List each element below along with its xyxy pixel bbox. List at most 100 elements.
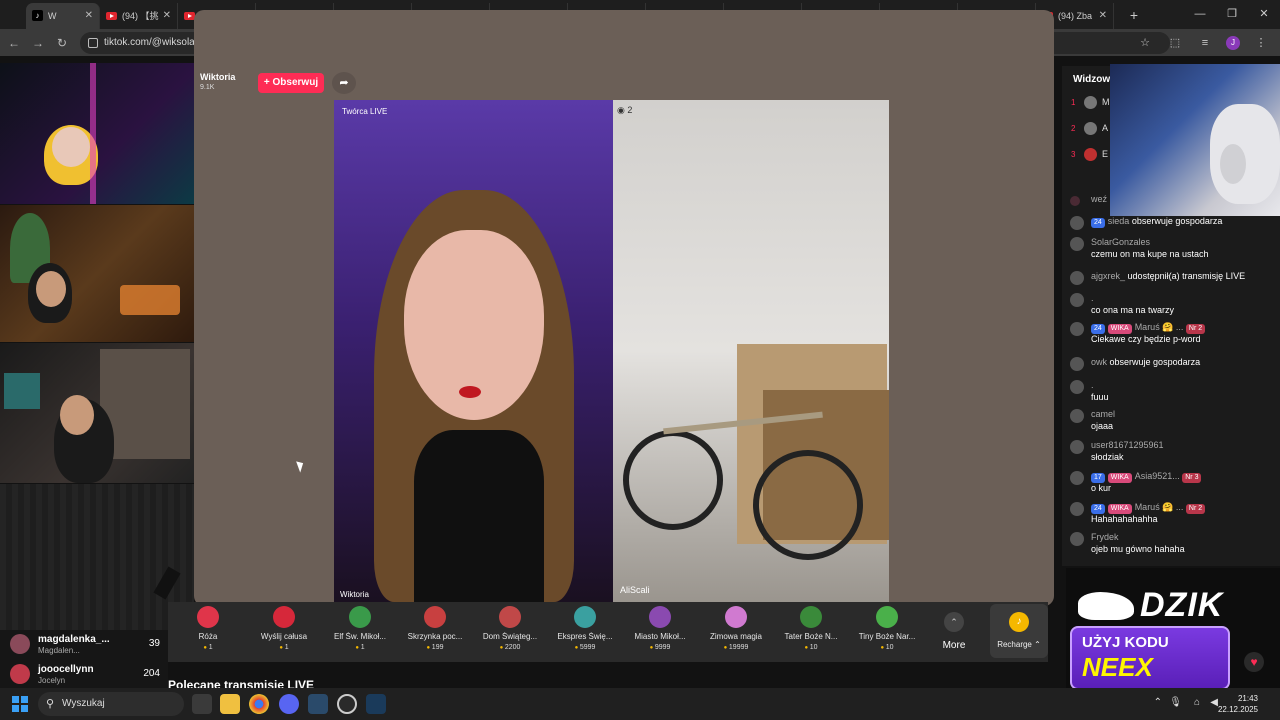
avatar[interactable] bbox=[1070, 216, 1084, 230]
avatar[interactable] bbox=[1070, 409, 1084, 423]
gift-item[interactable]: Róża 1 bbox=[173, 606, 243, 651]
back-icon[interactable]: ← bbox=[2, 36, 26, 50]
bookmark-star-icon[interactable]: ☆ bbox=[1130, 36, 1160, 49]
recharge-button[interactable]: ♪ Recharge ⌃ bbox=[990, 604, 1048, 658]
date: 22.12.2025 bbox=[1217, 705, 1258, 714]
left-guest-name[interactable]: Wiktoria bbox=[340, 590, 369, 599]
task-view-icon[interactable] bbox=[192, 694, 212, 714]
rank-name: M bbox=[1102, 97, 1110, 107]
browser-tab[interactable]: ♪ W ✕ bbox=[26, 2, 100, 29]
new-tab-button[interactable]: + bbox=[1122, 7, 1146, 23]
toolbar-actions: ☆ ⬚ ≡ J ⋮ bbox=[1130, 29, 1276, 56]
avatar[interactable] bbox=[1070, 380, 1084, 394]
level-badge: 24 bbox=[1091, 504, 1105, 514]
gift-icon bbox=[876, 606, 898, 628]
follow-button[interactable]: + Obserwuj bbox=[258, 73, 324, 93]
discord-icon[interactable] bbox=[279, 694, 299, 714]
chat-text: obserwuje gospodarza bbox=[1131, 216, 1223, 226]
chat-username[interactable]: user81671295961 bbox=[1091, 440, 1164, 450]
chat-username[interactable]: owk bbox=[1091, 357, 1107, 367]
chat-username[interactable]: . bbox=[1091, 380, 1094, 390]
tab-close-icon[interactable]: ✕ bbox=[163, 10, 171, 21]
viewers-header[interactable]: Widzow bbox=[1073, 74, 1110, 85]
avatar[interactable] bbox=[1070, 532, 1084, 546]
viewer-count: 2 bbox=[627, 105, 633, 115]
chrome-icon[interactable] bbox=[249, 694, 269, 714]
network-icon[interactable]: ⌂ bbox=[1194, 697, 1200, 708]
site-info-icon[interactable] bbox=[88, 38, 98, 48]
gift-item[interactable]: Tater Boże N... 10 bbox=[776, 606, 846, 651]
leaderboard-name: jooocellynn bbox=[38, 664, 94, 675]
chat-username[interactable]: Asia9521... bbox=[1135, 471, 1180, 481]
gift-item[interactable]: Tiny Boże Nar... 10 bbox=[852, 606, 922, 651]
video-host[interactable] bbox=[334, 100, 613, 602]
right-guest-name[interactable]: AliScali bbox=[620, 585, 650, 595]
avatar[interactable] bbox=[1070, 322, 1084, 336]
chat-username[interactable]: SolarGonzales bbox=[1091, 237, 1150, 247]
taskbar-search[interactable]: ⚲ Wyszukaj bbox=[38, 692, 184, 716]
gift-item[interactable]: Wyślij całusa 1 bbox=[249, 606, 319, 651]
share-icon[interactable]: ➦ bbox=[332, 72, 356, 94]
file-explorer-icon[interactable] bbox=[220, 694, 240, 714]
reload-icon[interactable]: ↻ bbox=[50, 36, 74, 50]
heart-icon[interactable]: ♥ bbox=[1244, 652, 1264, 672]
gift-item[interactable]: Miasto Mikoł... 9999 bbox=[625, 606, 695, 651]
chat-text: weź bbox=[1091, 194, 1108, 204]
gift-item[interactable]: Zimowa magia 19999 bbox=[701, 606, 771, 651]
chat-username[interactable]: camel bbox=[1091, 409, 1115, 419]
avatar[interactable] bbox=[1070, 471, 1084, 485]
microphone-icon[interactable]: 🎙 bbox=[1169, 697, 1182, 708]
gift-icon bbox=[725, 606, 747, 628]
neon-light bbox=[90, 63, 96, 204]
chevron-up-icon[interactable]: ⌃ bbox=[1154, 697, 1162, 708]
chat-username[interactable]: Maruś 🤗 ... bbox=[1135, 502, 1184, 512]
chat-username[interactable]: ajgxrek_ bbox=[1091, 271, 1125, 281]
restore-icon[interactable]: ❐ bbox=[1216, 0, 1248, 29]
avatar[interactable] bbox=[1070, 440, 1084, 454]
profile-avatar[interactable]: J bbox=[1226, 35, 1240, 50]
host-name[interactable]: Wiktoria bbox=[200, 72, 235, 82]
tab-close-icon[interactable]: ✕ bbox=[1099, 10, 1107, 21]
gift-item[interactable]: Skrzynka poc... 199 bbox=[400, 606, 470, 651]
gift-icon bbox=[273, 606, 295, 628]
chat-username[interactable]: . bbox=[1091, 293, 1094, 303]
guest-viewer-count: ◉ 2 bbox=[617, 105, 633, 115]
gift-price: 1 bbox=[325, 644, 395, 651]
tab-close-icon[interactable]: ✕ bbox=[85, 10, 93, 21]
gift-item[interactable]: Ekspres Świę... 5999 bbox=[550, 606, 620, 651]
avatar bbox=[10, 634, 30, 654]
extensions-icon[interactable]: ⬚ bbox=[1160, 36, 1190, 49]
forward-icon[interactable]: → bbox=[26, 36, 50, 50]
gift-icon bbox=[499, 606, 521, 628]
close-window-icon[interactable]: ✕ bbox=[1248, 0, 1280, 29]
browser-tab[interactable]: (94) 【挑 ✕ bbox=[100, 2, 178, 29]
volume-icon[interactable]: ◀ bbox=[1210, 697, 1218, 708]
avatar bbox=[1084, 96, 1097, 109]
app-icon[interactable] bbox=[308, 694, 328, 714]
clock[interactable]: 21:43 22.12.2025 bbox=[1218, 693, 1258, 715]
obs-icon[interactable] bbox=[337, 694, 357, 714]
chat-username[interactable]: Maruś 🤗 ... bbox=[1135, 322, 1184, 332]
minimize-icon[interactable]: — bbox=[1184, 0, 1216, 29]
chat-text: czemu on ma kupe na ustach bbox=[1091, 249, 1209, 259]
gift-item[interactable]: Elf Św. Mikoł... 1 bbox=[325, 606, 395, 651]
menu-icon[interactable]: ⋮ bbox=[1246, 36, 1276, 49]
leaderboard-row[interactable]: jooocellynn Jocelyn 204 bbox=[10, 662, 160, 686]
media-icon[interactable]: ≡ bbox=[1190, 37, 1220, 49]
avatar[interactable] bbox=[1070, 357, 1084, 371]
steam-icon[interactable] bbox=[366, 694, 386, 714]
more-gifts-button[interactable]: ⌃ More bbox=[940, 612, 968, 651]
promo-code: NEEX bbox=[1082, 652, 1153, 682]
avatar[interactable] bbox=[1070, 271, 1084, 285]
gift-name: Dom Świąteg... bbox=[482, 632, 538, 641]
chat-username[interactable]: Frydek bbox=[1091, 532, 1119, 542]
avatar[interactable] bbox=[1070, 502, 1084, 516]
avatar[interactable] bbox=[1070, 237, 1084, 251]
windows-start-icon[interactable] bbox=[12, 696, 28, 712]
video-guest[interactable] bbox=[613, 100, 889, 602]
chat-line: ajgxrek_ udostępnił(a) transmisję LIVE bbox=[1091, 271, 1245, 281]
leaderboard-row[interactable]: magdalenka_... Magdalen... 39 bbox=[10, 632, 160, 656]
gift-item[interactable]: Dom Świąteg... 2200 bbox=[475, 606, 545, 651]
chat-username[interactable]: sieda bbox=[1108, 216, 1130, 226]
avatar[interactable] bbox=[1070, 293, 1084, 307]
